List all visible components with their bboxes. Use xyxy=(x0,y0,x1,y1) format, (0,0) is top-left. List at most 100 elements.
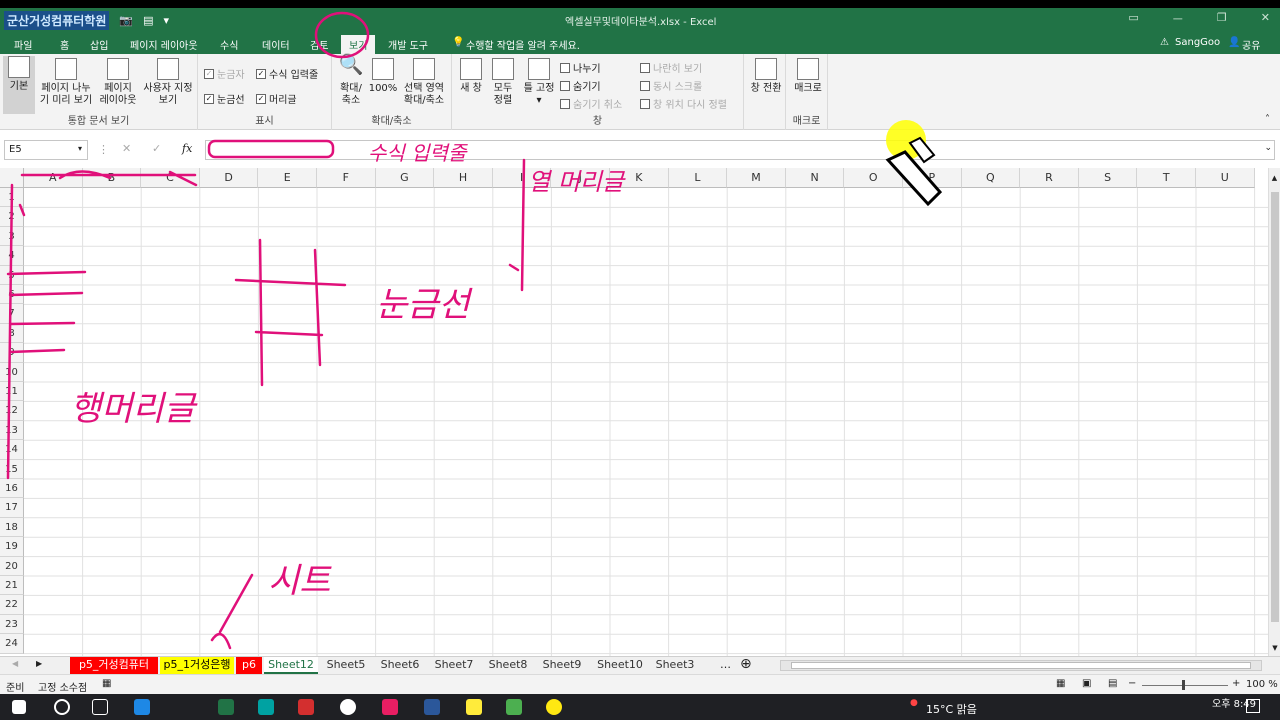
row-header-4[interactable]: 4 xyxy=(0,246,24,266)
column-header-M[interactable]: M xyxy=(727,168,786,188)
normal-view-icon-status[interactable]: ▦ xyxy=(1056,678,1065,689)
sheet-tab[interactable]: Sheet10 xyxy=(590,657,650,674)
sheet-tab[interactable]: Sheet5 xyxy=(320,657,372,674)
select-all-corner[interactable] xyxy=(0,168,24,188)
horizontal-scrollbar[interactable] xyxy=(780,660,1262,671)
worksheet-grid[interactable]: A B C D E F G H I J K L M N O P Q R S T U 1 2 3 4 5 6 7 8 9 10 11 12 13 14… xyxy=(0,168,1268,656)
restore-button[interactable]: ❐ xyxy=(1217,11,1227,27)
notification-icon[interactable] xyxy=(1246,699,1260,713)
prev-sheet-icon[interactable]: ◀ xyxy=(12,659,18,668)
macro-record-icon[interactable]: ▦ xyxy=(102,678,111,689)
account-user[interactable]: SangGoo xyxy=(1175,37,1220,48)
row-header-14[interactable]: 14 xyxy=(0,440,24,460)
page-break-preview-button[interactable]: 페이지 나누 기 미리 보기 xyxy=(38,58,94,107)
row-header-7[interactable]: 7 xyxy=(0,304,24,324)
column-header-G[interactable]: G xyxy=(375,168,435,188)
row-header-9[interactable]: 9 xyxy=(0,343,24,363)
ruler-checkbox[interactable]: ✓ 눈금자 xyxy=(204,66,245,81)
tell-me-box[interactable]: 수행할 작업을 알려 주세요. xyxy=(466,37,580,52)
search-icon[interactable] xyxy=(54,699,70,715)
minimize-button[interactable]: ㅡ xyxy=(1173,11,1183,27)
zoom-button[interactable]: 🔍 확대/ 축소 xyxy=(336,54,366,107)
excel-icon[interactable] xyxy=(218,699,234,715)
tab-data[interactable]: 데이터 xyxy=(262,37,290,52)
tab-insert[interactable]: 삽입 xyxy=(90,37,108,52)
switch-windows-button[interactable]: 창 전환 xyxy=(746,58,786,95)
zoom-100-button[interactable]: 100% xyxy=(368,58,398,95)
windows-start-icon[interactable] xyxy=(12,700,26,714)
task-view-icon[interactable] xyxy=(92,699,108,715)
row-header-20[interactable]: 20 xyxy=(0,556,24,576)
app-s-icon[interactable] xyxy=(258,699,274,715)
column-header-N[interactable]: N xyxy=(785,168,845,188)
column-header-C[interactable]: C xyxy=(141,168,200,188)
column-header-Q[interactable]: Q xyxy=(961,168,1021,188)
close-button[interactable]: ✕ xyxy=(1261,11,1270,27)
next-sheet-icon[interactable]: ▶ xyxy=(36,659,42,668)
sheet-tab[interactable]: Sheet3 xyxy=(652,657,698,674)
hide-button[interactable]: 숨기기 xyxy=(560,78,601,93)
column-header-E[interactable]: E xyxy=(258,168,317,188)
weather-text[interactable]: 15°C 맑음 xyxy=(926,701,977,717)
vertical-scrollbar[interactable]: ▲ ▼ xyxy=(1268,168,1280,656)
column-header-J[interactable]: J xyxy=(551,168,610,188)
scroll-up-icon[interactable]: ▲ xyxy=(1269,174,1280,182)
gridlines-checkbox[interactable]: ✓ 눈금선 xyxy=(204,91,245,106)
row-header-15[interactable]: 15 xyxy=(0,459,24,479)
add-sheet-icon[interactable]: ⊕ xyxy=(740,656,752,672)
zoom-slider[interactable] xyxy=(1142,685,1228,686)
sheet-tab[interactable]: Sheet6 xyxy=(374,657,426,674)
sheet-tab[interactable]: Sheet12 xyxy=(264,657,318,674)
sheet-tab[interactable]: Sheet9 xyxy=(536,657,588,674)
share-button[interactable]: 공유 xyxy=(1242,37,1260,52)
column-header-A[interactable]: A xyxy=(24,168,83,188)
vertical-scroll-thumb[interactable] xyxy=(1271,192,1279,622)
column-header-F[interactable]: F xyxy=(317,168,376,188)
column-header-H[interactable]: H xyxy=(434,168,493,188)
row-header-16[interactable]: 16 xyxy=(0,479,24,499)
horizontal-scroll-thumb[interactable] xyxy=(791,662,1251,669)
insert-function-icon[interactable]: fx xyxy=(182,142,192,155)
app-green-icon[interactable] xyxy=(506,699,522,715)
column-header-I[interactable]: I xyxy=(492,168,552,188)
normal-view-button[interactable]: 기본 xyxy=(3,56,35,114)
row-header-10[interactable]: 10 xyxy=(0,362,24,382)
reset-position-button[interactable]: 창 위치 다시 정렬 xyxy=(640,96,727,111)
column-header-R[interactable]: R xyxy=(1020,168,1079,188)
obs-icon[interactable] xyxy=(340,699,356,715)
row-header-19[interactable]: 19 xyxy=(0,537,24,557)
column-header-O[interactable]: O xyxy=(844,168,903,188)
qat-dropdown-icon[interactable]: ▾ xyxy=(163,14,169,27)
row-header-5[interactable]: 5 xyxy=(0,265,24,285)
column-header-S[interactable]: S xyxy=(1078,168,1138,188)
sheet-tab[interactable]: p5_거성컴퓨터 xyxy=(70,657,158,674)
sheet-tab[interactable]: p5_1거성은행 xyxy=(160,657,234,674)
row-header-23[interactable]: 23 xyxy=(0,614,24,635)
row-header-1[interactable]: 1 xyxy=(0,188,24,208)
new-window-button[interactable]: 새 창 xyxy=(456,58,486,95)
row-header-18[interactable]: 18 xyxy=(0,517,24,538)
collapse-ribbon-icon[interactable]: ˄ xyxy=(1265,114,1270,125)
column-header-P[interactable]: P xyxy=(903,168,962,188)
formula-input[interactable] xyxy=(205,140,1275,160)
row-header-3[interactable]: 3 xyxy=(0,226,24,247)
tab-review[interactable]: 검토 xyxy=(310,37,328,52)
acrobat-icon[interactable] xyxy=(298,699,314,715)
zoom-slider-thumb[interactable] xyxy=(1182,680,1185,690)
enter-icon[interactable]: ✓ xyxy=(152,142,161,155)
column-header-T[interactable]: T xyxy=(1137,168,1196,188)
row-header-6[interactable]: 6 xyxy=(0,285,24,305)
page-break-icon-status[interactable]: ▤ xyxy=(1108,678,1117,689)
name-box-dropdown-icon[interactable]: ▾ xyxy=(78,144,82,153)
word-icon[interactable] xyxy=(424,699,440,715)
row-header-21[interactable]: 21 xyxy=(0,576,24,596)
row-header-12[interactable]: 12 xyxy=(0,401,24,421)
tab-developer[interactable]: 개발 도구 xyxy=(388,37,428,52)
row-header-8[interactable]: 8 xyxy=(0,323,24,344)
column-header-U[interactable]: U xyxy=(1196,168,1255,188)
formula-bar-checkbox[interactable]: ✓ 수식 입력줄 xyxy=(256,66,318,81)
scroll-down-icon[interactable]: ▼ xyxy=(1269,644,1280,652)
explorer-icon[interactable] xyxy=(466,699,482,715)
unhide-button[interactable]: 숨기기 취소 xyxy=(560,96,622,111)
form-icon[interactable]: ▤ xyxy=(143,14,153,27)
